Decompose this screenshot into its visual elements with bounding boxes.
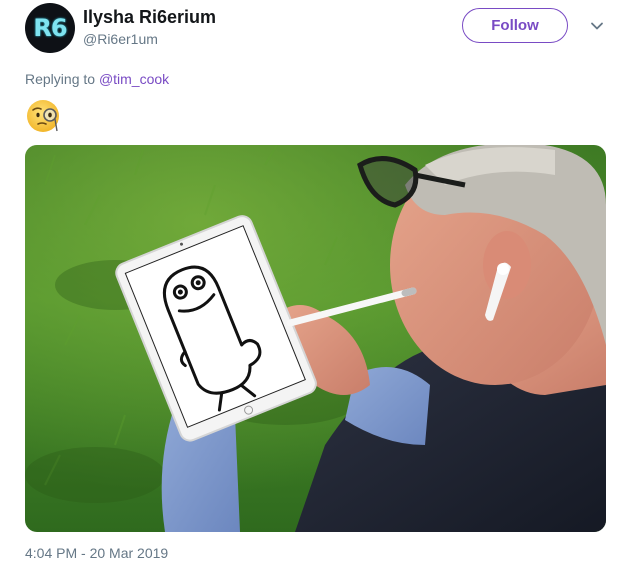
- display-name[interactable]: Ilysha Ri6erium: [83, 7, 216, 27]
- avatar[interactable]: R6: [25, 3, 75, 53]
- chevron-down-icon[interactable]: [590, 19, 604, 33]
- tweet-card: R6 Ilysha Ri6erium @Ri6er1um Follow Repl…: [0, 0, 635, 567]
- avatar-initials: R6: [33, 14, 67, 42]
- user-handle[interactable]: @Ri6er1um: [83, 29, 216, 49]
- tweet-header: R6 Ilysha Ri6erium @Ri6er1um Follow: [25, 3, 615, 53]
- face-with-monocle-icon: [27, 100, 59, 132]
- follow-button[interactable]: Follow: [462, 8, 568, 43]
- tweet-timestamp[interactable]: 4:04 PM - 20 Mar 2019: [25, 545, 168, 561]
- user-names: Ilysha Ri6erium @Ri6er1um: [83, 7, 216, 49]
- photo-man-drawing-on-tablet: [25, 145, 606, 532]
- replying-to: Replying to @tim_cook: [25, 71, 169, 87]
- tweet-photo[interactable]: [25, 145, 606, 532]
- mention-link[interactable]: @tim_cook: [99, 71, 169, 87]
- replying-to-label: Replying to: [25, 71, 96, 87]
